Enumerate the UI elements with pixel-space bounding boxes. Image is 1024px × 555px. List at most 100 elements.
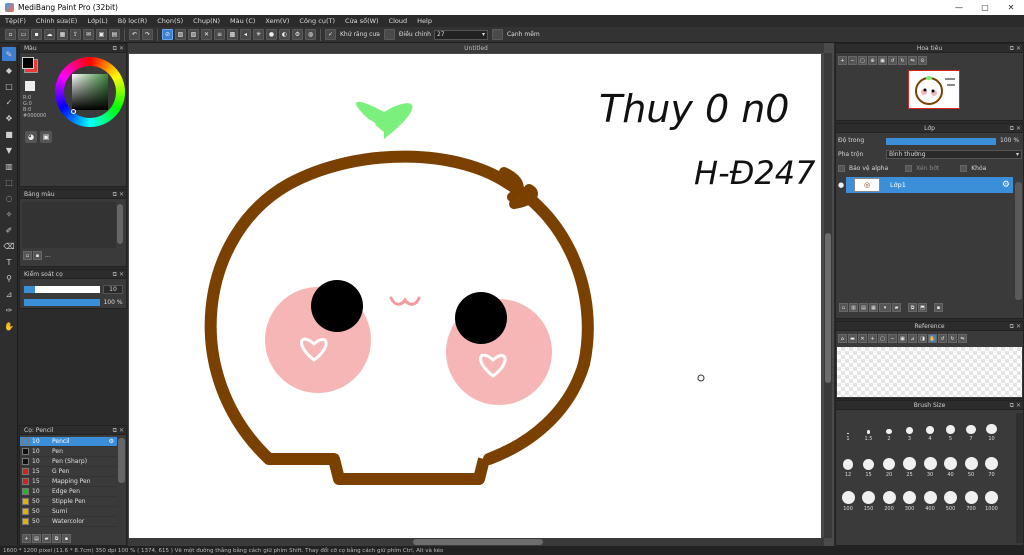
snap-off-icon[interactable]: ✕ [201,29,212,40]
vertical-scroll-thumb[interactable] [825,233,831,383]
brush-item-pen[interactable]: 10 Pen [20,447,117,457]
gear-icon[interactable]: ⚙ [109,438,114,445]
brush-item-sumi[interactable]: 50 Sumi [20,507,117,517]
brush-size-option[interactable]: 1 [839,416,857,442]
adjust-select[interactable]: 27 ▾ [433,29,488,40]
bucket-tool-icon[interactable]: ▼ [2,143,16,157]
ref-rotate-right-icon[interactable]: ↻ [948,334,957,343]
snap-3d-icon[interactable]: ◍ [305,29,316,40]
brush-size-option[interactable]: 12 [839,450,857,478]
close-button[interactable]: ✕ [998,0,1024,15]
new-1bit-layer-icon[interactable]: ▦ [869,303,878,312]
actual-size-icon[interactable]: ▣ [878,56,887,65]
gear-icon[interactable]: ⚙ [1002,180,1010,190]
horizontal-scroll-thumb[interactable] [413,539,543,545]
ref-zoom-out-icon[interactable]: − [888,334,897,343]
brush-size-option[interactable]: 300 [901,482,919,512]
brush-item-stipple-pen[interactable]: 50 Stipple Pen [20,497,117,507]
ref-hand-icon[interactable]: ✋ [928,334,937,343]
ref-image-icon[interactable]: ▬ [848,334,857,343]
brush-size-option[interactable]: 400 [921,482,939,512]
menu-view[interactable]: Xem(V) [260,17,294,25]
rotate-left-icon[interactable]: ↺ [888,56,897,65]
cloud-icon[interactable]: ☁ [44,29,55,40]
open-icon[interactable]: ▭ [18,29,29,40]
ref-color-icon[interactable]: ◨ [918,334,927,343]
brush-size-slider[interactable] [24,286,100,293]
brush-item-mapping-pen[interactable]: 15 Mapping Pen [20,477,117,487]
new-halftone-layer-icon[interactable]: ▥ [849,303,858,312]
close-icon[interactable]: ✕ [1016,402,1021,409]
select-tool-icon[interactable]: ⬚ [2,175,16,189]
brush-size-option[interactable]: 7 [962,416,980,442]
menu-select[interactable]: Chọn(S) [152,17,188,25]
snap-vanish-icon[interactable]: ◂ [240,29,251,40]
snap-radial-icon[interactable]: ✳ [253,29,264,40]
brush-size-option[interactable]: 100 [839,482,857,512]
export-icon[interactable]: ▣ [96,29,107,40]
divide-tool-icon[interactable]: ⚲ [2,271,16,285]
blend-mode-select[interactable]: Bình thường ▾ [886,150,1022,159]
zoom-out-icon[interactable]: − [848,56,857,65]
float-icon[interactable]: ⧉ [1010,45,1014,53]
clipping-checkbox[interactable] [905,165,913,172]
move-tool-icon[interactable]: ✥ [2,111,16,125]
snap-settings-icon[interactable]: ⚙ [292,29,303,40]
print-icon[interactable]: ▤ [109,29,120,40]
snap-parallel-icon[interactable]: ≡ [214,29,225,40]
duplicate-brush-icon[interactable]: ⧉ [52,534,61,543]
brush-size-option[interactable]: 15 [860,450,878,478]
hand-tool-icon[interactable]: ✋ [2,319,16,333]
brush-settings-icon[interactable]: ▤ [32,534,41,543]
redo-icon[interactable]: ↷ [142,29,153,40]
brush-size-option[interactable]: 500 [942,482,960,512]
brush-size-option[interactable]: 4 [921,416,939,442]
brush-size-option[interactable]: 10 [983,416,1001,442]
float-icon[interactable]: ⧉ [113,427,117,435]
palette-swatches-area[interactable] [22,202,116,248]
palette-more-button[interactable]: ... [45,252,51,259]
close-icon[interactable]: ✕ [1016,45,1021,52]
menu-color[interactable]: Màu (C) [225,17,260,25]
brush-size-option[interactable]: 70 [983,450,1001,478]
ref-actual-icon[interactable]: ▣ [898,334,907,343]
gradient-tool-icon[interactable]: ▥ [2,159,16,173]
brush-size-option[interactable]: 1000 [983,482,1001,512]
invert-selection-icon[interactable]: ▧ [188,29,199,40]
float-icon[interactable]: ⧉ [113,45,117,53]
menu-file[interactable]: Tệp(F) [0,17,31,25]
save-icon[interactable]: ▪ [31,29,42,40]
fill-tool-icon[interactable]: ■ [2,127,16,141]
layer-more-icon[interactable]: ▾ [879,303,891,312]
zoom-icon[interactable]: ⊕ [868,56,877,65]
menu-layer[interactable]: Lớp(L) [82,17,112,25]
palette-box-icon[interactable]: ▣ [40,131,52,143]
operation-tool-icon[interactable]: ✑ [2,303,16,317]
reference-image-area[interactable] [837,347,1022,397]
brush-size-scrollbar[interactable] [1016,413,1023,543]
reset-icon[interactable]: ⊙ [918,56,927,65]
brush-size-option[interactable]: 40 [942,450,960,478]
dot-tool-icon[interactable]: □ [2,79,16,93]
brush-size-option[interactable]: 20 [880,450,898,478]
document-tab[interactable]: Untitled [128,43,824,53]
brush-folder-icon[interactable]: ▰ [42,534,51,543]
new-8bit-layer-icon[interactable]: ▤ [859,303,868,312]
adjust-checkbox[interactable] [383,29,395,40]
float-icon[interactable]: ⧉ [1010,323,1014,331]
brush-size-option[interactable]: 150 [860,482,878,512]
deselect-icon[interactable]: ⊘ [162,29,173,40]
rotate-right-icon[interactable]: ↻ [898,56,907,65]
upload-icon[interactable]: ⇪ [70,29,81,40]
new-icon[interactable]: ▫ [5,29,16,40]
brush-size-option[interactable]: 25 [901,450,919,478]
ref-rotate-left-icon[interactable]: ↺ [938,334,947,343]
brush-size-option[interactable]: 5 [942,416,960,442]
delete-brush-icon[interactable]: ▪ [62,534,71,543]
grid-icon[interactable]: ▦ [57,29,68,40]
edge-checkbox[interactable] [491,29,503,40]
menu-cloud[interactable]: Cloud [384,17,413,25]
float-icon[interactable]: ⧉ [1010,125,1014,133]
brush-list-scrollbar[interactable] [118,438,125,483]
layer-opacity-slider[interactable] [886,138,996,145]
